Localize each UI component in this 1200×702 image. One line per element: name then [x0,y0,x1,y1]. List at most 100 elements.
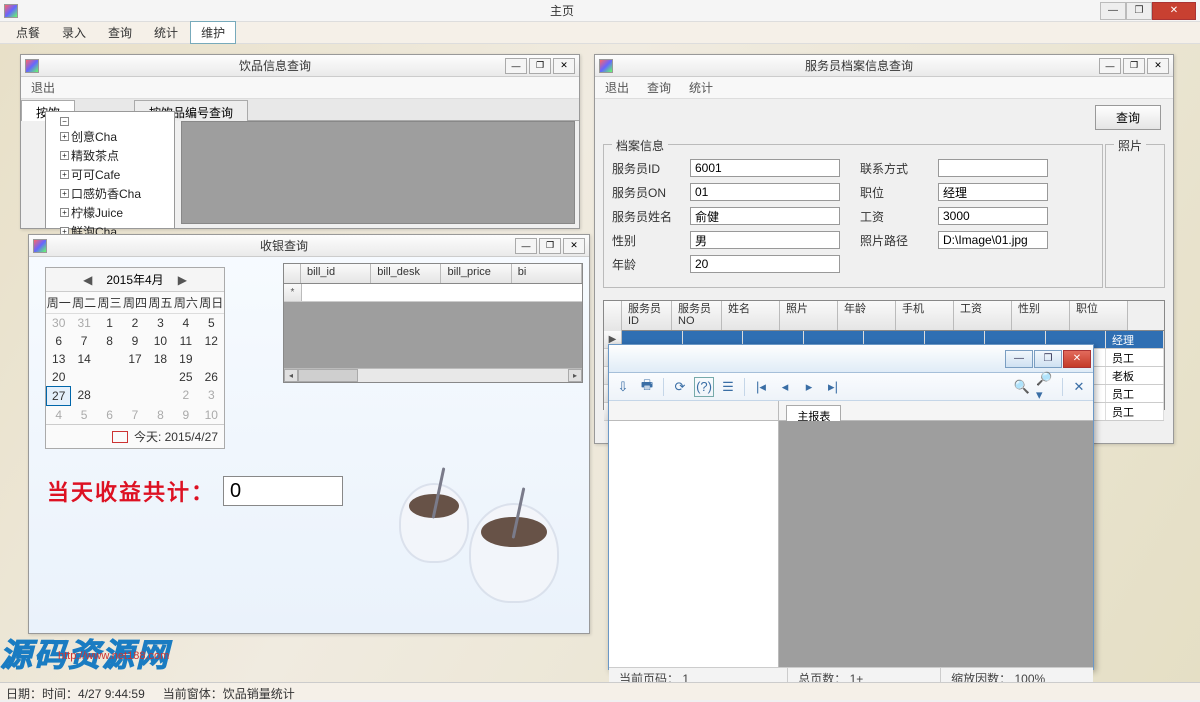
scroll-right-button[interactable]: ▸ [568,369,582,382]
calendar-day[interactable]: 7 [71,332,96,350]
next-month-button[interactable]: ▶ [172,273,193,287]
calendar-day[interactable] [148,368,173,386]
tree-expander-icon[interactable]: − [60,117,69,126]
next-page-icon[interactable]: ▸ [799,377,819,397]
tree-item[interactable]: +创意Cha [50,127,170,146]
close-button[interactable]: ✕ [563,238,585,254]
calendar-day[interactable]: 12 [199,332,224,350]
calendar-day[interactable] [122,368,147,386]
calendar-day[interactable] [97,350,122,368]
calendar-day[interactable]: 2 [122,314,147,332]
input-gender[interactable] [690,231,840,249]
first-page-icon[interactable]: |◂ [751,377,771,397]
date-picker-calendar[interactable]: ◀ 2015年4月 ▶ 周一周二周三周四周五周六周日 3031123456789… [45,267,225,449]
tree-expander-icon[interactable]: + [60,170,69,179]
menu-查询[interactable]: 查询 [643,77,675,98]
column-header[interactable]: 性别 [1012,301,1070,330]
close-pane-icon[interactable]: ✕ [1069,377,1089,397]
calendar-day[interactable]: 25 [173,368,198,386]
scroll-thumb[interactable] [298,369,358,382]
close-button[interactable]: ✕ [553,58,575,74]
report-tree-pane[interactable] [609,421,779,667]
tree-expander-icon[interactable]: + [60,208,69,217]
column-header[interactable]: 服务员NO [672,301,722,330]
close-button[interactable]: ✕ [1152,2,1196,20]
tree-item[interactable]: +可可Cafe [50,165,170,184]
close-button[interactable]: ✕ [1147,58,1169,74]
column-header[interactable]: bill_price [441,264,511,283]
calendar-day[interactable]: 8 [148,406,173,424]
calendar-day[interactable]: 10 [148,332,173,350]
maximize-button[interactable]: ❐ [1123,58,1145,74]
new-row-indicator[interactable]: * [284,284,302,301]
calendar-day[interactable]: 18 [148,350,173,368]
print-icon[interactable]: 🖶 [637,377,657,397]
calendar-day[interactable]: 4 [173,314,198,332]
calendar-day[interactable]: 7 [122,406,147,424]
menu-维护[interactable]: 维护 [190,21,236,44]
menu-录入[interactable]: 录入 [52,22,96,43]
input-waiter-name[interactable] [690,207,840,225]
input-salary[interactable] [938,207,1048,225]
calendar-day[interactable]: 6 [46,332,71,350]
calendar-day[interactable]: 5 [71,406,96,424]
maximize-button[interactable]: ❐ [529,58,551,74]
drink-grid-empty[interactable] [181,121,575,224]
column-header[interactable]: 工资 [954,301,1012,330]
column-header[interactable]: bi [512,264,582,283]
column-header[interactable]: 服务员ID [622,301,672,330]
calendar-day[interactable]: 14 [71,350,96,368]
minimize-button[interactable]: — [1100,2,1126,20]
today-label[interactable]: 今天: 2015/4/27 [134,428,218,445]
input-age[interactable] [690,255,840,273]
drink-category-tree[interactable]: −+创意Cha+精致茶点+可可Cafe+口感奶香Cha+柠檬Juice+鲜泡Ch… [45,111,175,229]
calendar-day[interactable] [97,368,122,386]
close-button[interactable]: ✕ [1063,350,1091,368]
minimize-button[interactable]: — [515,238,537,254]
calendar-day[interactable] [97,386,122,406]
calendar-day[interactable]: 11 [173,332,198,350]
tree-expander-icon[interactable]: + [60,189,69,198]
minimize-button[interactable]: — [1005,350,1033,368]
input-position[interactable] [938,183,1048,201]
tree-item[interactable]: +精致茶点 [50,146,170,165]
export-icon[interactable]: ⇩ [613,377,633,397]
column-header[interactable]: bill_desk [371,264,441,283]
column-header[interactable]: 年龄 [838,301,896,330]
calendar-day[interactable]: 28 [71,386,96,406]
maximize-button[interactable]: ❐ [1126,2,1152,20]
calendar-day[interactable]: 31 [71,314,96,332]
maximize-button[interactable]: ❐ [1034,350,1062,368]
calendar-day[interactable]: 8 [97,332,122,350]
prev-month-button[interactable]: ◀ [77,273,98,287]
search-icon[interactable]: 🔍 [1012,377,1032,397]
report-canvas[interactable] [779,421,1093,667]
menu-统计[interactable]: 统计 [144,22,188,43]
input-contact[interactable] [938,159,1048,177]
calendar-day[interactable] [71,368,96,386]
column-header[interactable]: bill_id [301,264,371,283]
calendar-day[interactable]: 27 [46,386,71,406]
calendar-day[interactable] [122,386,147,406]
calendar-day[interactable]: 4 [46,406,71,424]
minimize-button[interactable]: — [1099,58,1121,74]
tree-item[interactable]: +柠檬Juice [50,203,170,222]
column-header[interactable]: 照片 [780,301,838,330]
calendar-day[interactable]: 3 [148,314,173,332]
column-header[interactable]: 手机 [896,301,954,330]
tree-expander-icon[interactable]: + [60,132,69,141]
calendar-day[interactable]: 17 [122,350,147,368]
input-waiter-on[interactable] [690,183,840,201]
maximize-button[interactable]: ❐ [539,238,561,254]
menu-退出[interactable]: 退出 [601,77,633,98]
calendar-day[interactable] [199,350,224,368]
calendar-day[interactable]: 9 [122,332,147,350]
calendar-day[interactable]: 3 [199,386,224,406]
query-button[interactable]: 查询 [1095,105,1161,130]
tree-expander-icon[interactable]: + [60,151,69,160]
help-icon[interactable]: (?) [694,377,714,397]
calendar-day[interactable]: 10 [199,406,224,424]
calendar-day[interactable] [148,386,173,406]
calendar-day[interactable]: 1 [97,314,122,332]
horizontal-scrollbar[interactable]: ◂ ▸ [284,368,582,382]
